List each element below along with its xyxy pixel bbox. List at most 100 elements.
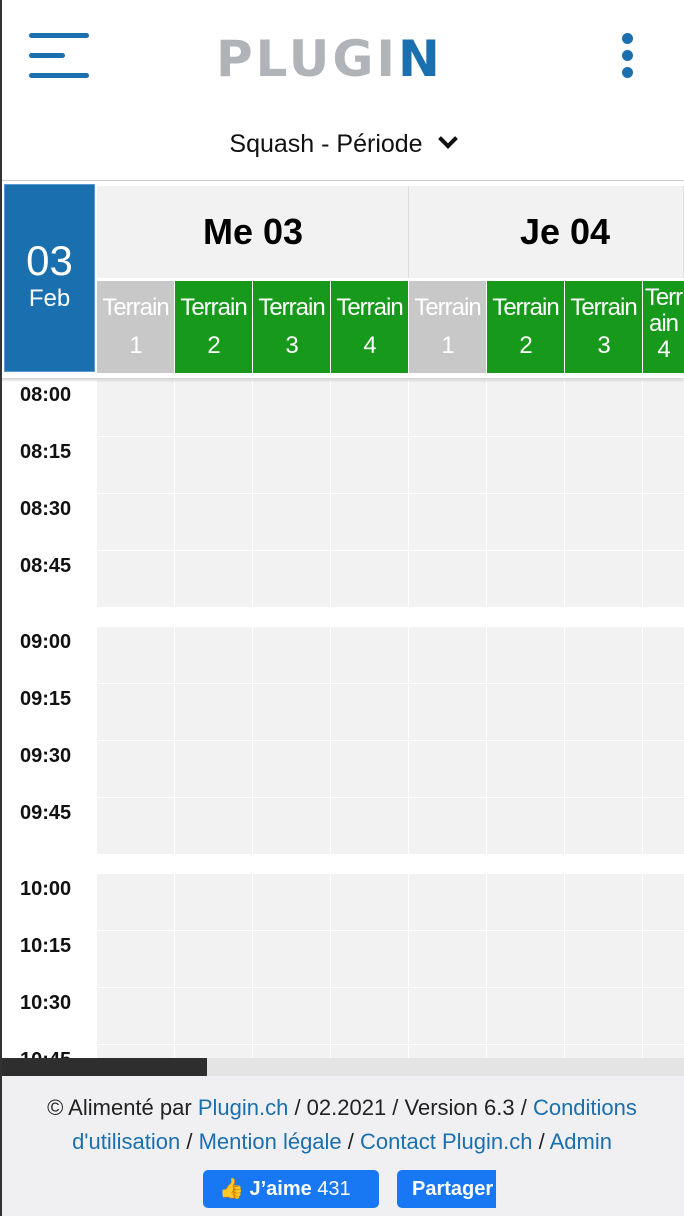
time-slot[interactable] bbox=[175, 798, 252, 854]
time-slot[interactable] bbox=[253, 380, 330, 436]
time-slot[interactable] bbox=[643, 380, 684, 436]
time-slot[interactable] bbox=[409, 988, 486, 1044]
time-slot[interactable] bbox=[487, 988, 564, 1044]
court-header[interactable]: Terrain 1 bbox=[97, 281, 174, 373]
time-slot[interactable] bbox=[253, 684, 330, 740]
time-slot[interactable] bbox=[331, 1045, 408, 1058]
time-slot[interactable] bbox=[253, 494, 330, 550]
court-header[interactable]: Terrain 3 bbox=[565, 281, 642, 373]
time-slot[interactable] bbox=[97, 494, 174, 550]
time-slot[interactable] bbox=[565, 988, 642, 1044]
time-slot[interactable] bbox=[253, 437, 330, 493]
time-slot[interactable] bbox=[565, 627, 642, 683]
time-slot[interactable] bbox=[487, 1045, 564, 1058]
time-slot[interactable] bbox=[409, 741, 486, 797]
court-header[interactable]: Terrain 2 bbox=[487, 281, 564, 373]
time-slot[interactable] bbox=[331, 437, 408, 493]
time-slot[interactable] bbox=[643, 494, 684, 550]
time-slot[interactable] bbox=[565, 437, 642, 493]
time-slot[interactable] bbox=[253, 931, 330, 987]
time-slot[interactable] bbox=[487, 684, 564, 740]
time-slot[interactable] bbox=[331, 380, 408, 436]
time-slot[interactable] bbox=[409, 437, 486, 493]
time-slot[interactable] bbox=[643, 988, 684, 1044]
time-slot[interactable] bbox=[487, 551, 564, 607]
time-slot[interactable] bbox=[643, 627, 684, 683]
time-slot[interactable] bbox=[175, 551, 252, 607]
time-slot[interactable] bbox=[643, 798, 684, 854]
time-slot[interactable] bbox=[565, 380, 642, 436]
time-slot[interactable] bbox=[643, 874, 684, 930]
time-slot[interactable] bbox=[487, 380, 564, 436]
legal-link[interactable]: Mention légale bbox=[199, 1129, 342, 1154]
time-slot[interactable] bbox=[175, 627, 252, 683]
time-slot[interactable] bbox=[175, 684, 252, 740]
court-header[interactable]: Terrain 3 bbox=[253, 281, 330, 373]
time-slot[interactable] bbox=[565, 684, 642, 740]
activity-selector[interactable]: Squash - Période bbox=[0, 129, 684, 159]
time-slot[interactable] bbox=[409, 627, 486, 683]
time-slot[interactable] bbox=[253, 874, 330, 930]
time-slot[interactable] bbox=[409, 551, 486, 607]
time-slot[interactable] bbox=[331, 627, 408, 683]
time-slot[interactable] bbox=[643, 684, 684, 740]
time-slot[interactable] bbox=[409, 798, 486, 854]
time-slot[interactable] bbox=[409, 1045, 486, 1058]
time-slot[interactable] bbox=[409, 494, 486, 550]
time-slot[interactable] bbox=[409, 874, 486, 930]
time-slot[interactable] bbox=[565, 494, 642, 550]
time-slot[interactable] bbox=[175, 1045, 252, 1058]
time-slot[interactable] bbox=[409, 380, 486, 436]
court-header[interactable]: Terrain 4 bbox=[331, 281, 408, 373]
plugin-logo[interactable]: PLUGIN bbox=[216, 30, 443, 88]
time-slot[interactable] bbox=[97, 988, 174, 1044]
time-slot[interactable] bbox=[253, 988, 330, 1044]
time-slot[interactable] bbox=[97, 1045, 174, 1058]
contact-link[interactable]: Contact Plugin.ch bbox=[360, 1129, 532, 1154]
time-slot[interactable] bbox=[331, 988, 408, 1044]
time-slot[interactable] bbox=[331, 931, 408, 987]
time-slot[interactable] bbox=[97, 380, 174, 436]
time-slot[interactable] bbox=[175, 931, 252, 987]
horizontal-scrollbar[interactable] bbox=[0, 1058, 684, 1076]
time-slot[interactable] bbox=[643, 741, 684, 797]
time-slot[interactable] bbox=[175, 494, 252, 550]
time-slot[interactable] bbox=[331, 551, 408, 607]
time-slot[interactable] bbox=[175, 380, 252, 436]
menu-icon[interactable] bbox=[29, 33, 89, 79]
time-slot[interactable] bbox=[565, 741, 642, 797]
time-slot[interactable] bbox=[565, 798, 642, 854]
time-slot[interactable] bbox=[487, 874, 564, 930]
time-slot[interactable] bbox=[565, 931, 642, 987]
time-slot[interactable] bbox=[643, 931, 684, 987]
time-slot[interactable] bbox=[175, 988, 252, 1044]
scrollbar-thumb[interactable] bbox=[0, 1058, 207, 1076]
time-slot[interactable] bbox=[487, 931, 564, 987]
time-slot[interactable] bbox=[331, 741, 408, 797]
time-slot[interactable] bbox=[97, 931, 174, 987]
time-slot[interactable] bbox=[253, 627, 330, 683]
time-slot[interactable] bbox=[331, 684, 408, 740]
time-slot[interactable] bbox=[409, 684, 486, 740]
time-slot[interactable] bbox=[487, 494, 564, 550]
time-slot[interactable] bbox=[175, 874, 252, 930]
time-slot[interactable] bbox=[331, 798, 408, 854]
more-options-icon[interactable] bbox=[620, 33, 636, 79]
time-slot[interactable] bbox=[331, 874, 408, 930]
time-slot[interactable] bbox=[565, 551, 642, 607]
time-slot[interactable] bbox=[487, 437, 564, 493]
facebook-share-button[interactable]: Partager bbox=[397, 1170, 496, 1208]
date-picker[interactable]: 03 Feb bbox=[4, 184, 95, 372]
court-header[interactable]: Terrain 2 bbox=[175, 281, 252, 373]
time-slot[interactable] bbox=[175, 437, 252, 493]
time-slot[interactable] bbox=[487, 627, 564, 683]
time-slot[interactable] bbox=[643, 437, 684, 493]
time-slot[interactable] bbox=[97, 627, 174, 683]
court-header[interactable]: Terrain 4 bbox=[643, 281, 684, 373]
facebook-like-button[interactable]: 👍 J’aime 431 bbox=[203, 1170, 379, 1208]
time-slot[interactable] bbox=[253, 551, 330, 607]
time-slot[interactable] bbox=[97, 798, 174, 854]
time-slot[interactable] bbox=[97, 551, 174, 607]
time-slot[interactable] bbox=[487, 741, 564, 797]
time-slot[interactable] bbox=[643, 551, 684, 607]
